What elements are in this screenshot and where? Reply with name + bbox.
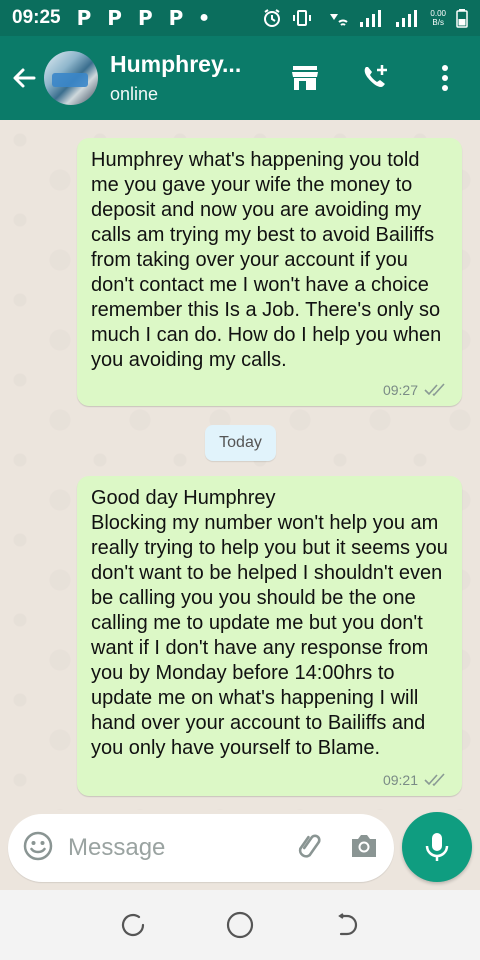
- notification-icon: P: [168, 6, 184, 30]
- emoji-button[interactable]: [22, 830, 54, 867]
- double-check-icon: [424, 773, 445, 787]
- back-nav-button[interactable]: [327, 905, 367, 945]
- message-text: Humphrey what's happening you told me yo…: [91, 149, 447, 371]
- chat-header: Humphrey... online: [0, 36, 480, 120]
- system-navigation-bar: [0, 890, 480, 960]
- home-circle-icon: [226, 911, 254, 939]
- contact-name: Humphrey...: [110, 51, 242, 77]
- storefront-icon: [292, 66, 318, 90]
- notification-icon: P: [137, 6, 153, 30]
- home-button[interactable]: [220, 905, 260, 945]
- more-notifications-dot-icon: ●: [199, 9, 209, 26]
- network-speed-value: 0.00: [430, 9, 446, 18]
- message-text: Good day Humphrey Blocking my number won…: [91, 487, 448, 759]
- message-bubble-outgoing[interactable]: Humphrey what's happening you told me yo…: [77, 138, 462, 406]
- more-vert-icon: [442, 65, 448, 91]
- message-input[interactable]: [68, 834, 258, 862]
- attach-button[interactable]: [294, 830, 326, 867]
- message-bubble-outgoing[interactable]: Good day Humphrey Blocking my number won…: [77, 476, 462, 796]
- notification-icon: P: [76, 6, 92, 30]
- contact-status: online: [110, 84, 159, 104]
- status-time: 09:25: [12, 7, 61, 28]
- status-bar: 09:25 P P P P ● 0.00 B/s: [0, 0, 480, 36]
- voice-call-button[interactable]: [340, 36, 410, 120]
- business-catalog-button[interactable]: [270, 36, 340, 120]
- double-check-icon: [424, 383, 445, 397]
- notification-icon: P: [107, 6, 122, 30]
- add-call-icon: [364, 65, 387, 87]
- contact-info[interactable]: Humphrey... online: [110, 51, 241, 105]
- voice-message-button[interactable]: [402, 812, 472, 882]
- arrow-back-icon: [13, 68, 36, 88]
- signal-icon: [394, 8, 420, 28]
- camera-button[interactable]: [348, 831, 380, 866]
- camera-icon: [352, 834, 376, 857]
- message-input-container: [8, 814, 394, 882]
- signal-icon: [358, 8, 384, 28]
- wifi-icon: [322, 8, 349, 28]
- composer: [0, 810, 480, 890]
- message-time: 09:27: [382, 382, 418, 398]
- date-separator: Today: [205, 425, 276, 461]
- network-speed-unit: B/s: [432, 18, 444, 27]
- emoji-icon: [23, 831, 53, 860]
- battery-icon: [456, 8, 468, 28]
- microphone-icon: [425, 833, 449, 861]
- contact-avatar[interactable]: [44, 51, 98, 105]
- alarm-icon: [262, 8, 282, 28]
- recents-button[interactable]: [113, 905, 153, 945]
- more-options-button[interactable]: [410, 36, 480, 120]
- recents-icon: [122, 913, 145, 937]
- network-speed: 0.00 B/s: [430, 9, 446, 27]
- back-button[interactable]: [4, 36, 44, 120]
- back-nav-icon: [337, 913, 357, 936]
- vibrate-icon: [292, 8, 312, 28]
- message-time: 09:21: [382, 772, 418, 788]
- message-list[interactable]: Humphrey what's happening you told me yo…: [0, 120, 480, 810]
- paperclip-icon: [298, 834, 321, 858]
